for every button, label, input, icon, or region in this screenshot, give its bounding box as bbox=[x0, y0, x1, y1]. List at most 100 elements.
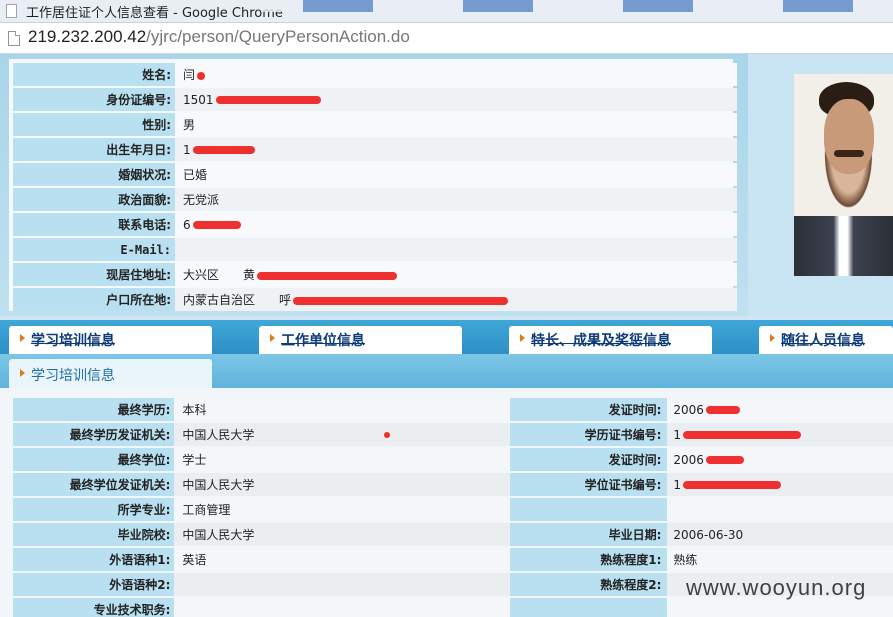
education-value-right: 1 bbox=[667, 473, 893, 496]
education-label: 最终学位: bbox=[13, 448, 175, 471]
info-value-text: 大兴区 黄 bbox=[183, 268, 256, 282]
personal-info-table: 姓名: 闫身份证编号: 1501 性别: 男出生年月日: 1 婚姻状况: 已婚 政治面貌: 无党派… bbox=[13, 61, 737, 313]
education-label: 外语语种1: bbox=[13, 548, 175, 571]
redaction-mark bbox=[257, 271, 398, 280]
bullet-icon bbox=[20, 369, 25, 377]
tab-label: 特长、成果及奖惩信息 bbox=[531, 333, 671, 349]
bullet-icon bbox=[20, 334, 25, 342]
education-value-right: 熟练 bbox=[667, 548, 893, 571]
education-label: 所学专业: bbox=[13, 498, 175, 521]
info-row: E-Mail: bbox=[13, 238, 737, 261]
page-content: 姓名: 闫身份证编号: 1501 性别: 男出生年月日: 1 婚姻状况: 已婚 政治面貌: 无党派… bbox=[0, 54, 893, 617]
info-value: 6 bbox=[175, 213, 737, 236]
tab-label: 工作单位信息 bbox=[281, 333, 365, 349]
education-label-right: 毕业日期: bbox=[510, 523, 668, 546]
url-host: 219.232.200.42 bbox=[28, 27, 147, 46]
tab-accompanying[interactable]: 随往人员信息 bbox=[759, 326, 893, 354]
education-label-right bbox=[510, 498, 668, 521]
info-value-text: 6 bbox=[183, 217, 191, 232]
education-row: 最终学历: 本科 发证时间: 2006 bbox=[13, 398, 893, 421]
info-value-text: 1501 bbox=[183, 92, 214, 107]
education-label-right bbox=[510, 598, 668, 617]
redaction-mark bbox=[215, 96, 321, 104]
education-row: 最终学位发证机关: 中国人民大学 学位证书编号: 1 bbox=[13, 473, 893, 496]
info-label: 户口所在地: bbox=[13, 288, 175, 311]
info-value: 闫 bbox=[175, 63, 737, 86]
tab-label: 学习培训信息 bbox=[31, 333, 115, 349]
info-value-text: 男 bbox=[183, 118, 196, 132]
education-value-right-text: 1 bbox=[673, 427, 682, 442]
education-row: 外语语种1: 英语 熟练程度1: 熟练 bbox=[13, 548, 893, 571]
redaction-mark bbox=[293, 296, 509, 305]
bullet-icon bbox=[270, 334, 275, 342]
info-value-text: 内蒙古自治区 呼 bbox=[183, 293, 292, 307]
education-value-right-text: 2006 bbox=[673, 452, 704, 467]
education-row: 所学专业: 工商管理 bbox=[13, 498, 893, 521]
education-value-right-text: 1 bbox=[673, 477, 682, 492]
tab-strip: 学习培训信息 工作单位信息 特长、成果及奖惩信息 随往人员信息 bbox=[0, 320, 893, 354]
section-title: 学习培训信息 bbox=[31, 368, 115, 384]
education-value: 本科 bbox=[174, 398, 510, 421]
education-label-right: 学历证书编号: bbox=[510, 423, 668, 446]
education-value: 英语 bbox=[174, 548, 510, 571]
education-value bbox=[174, 598, 510, 617]
photo-face bbox=[824, 99, 874, 174]
education-row: 最终学位: 学士 发证时间: 2006 bbox=[13, 448, 893, 471]
info-row: 联系电话: 6 bbox=[13, 213, 737, 236]
info-row: 现居住地址: 大兴区 黄 bbox=[13, 263, 737, 286]
education-value-right: 2006-06-30 bbox=[667, 523, 893, 546]
info-row: 政治面貌: 无党派 bbox=[13, 188, 737, 211]
person-photo bbox=[794, 74, 893, 276]
url-text[interactable]: 219.232.200.42/yjrc/person/QueryPersonAc… bbox=[28, 27, 410, 47]
education-label: 最终学历发证机关: bbox=[13, 423, 175, 446]
redaction-mark bbox=[683, 481, 782, 489]
red-mark bbox=[384, 432, 390, 438]
redaction-mark bbox=[192, 221, 241, 229]
info-label: 婚姻状况: bbox=[13, 163, 175, 186]
info-label: 性别: bbox=[13, 113, 175, 136]
education-label: 专业技术职务: bbox=[13, 598, 175, 617]
education-label: 最终学位发证机关: bbox=[13, 473, 175, 496]
redaction-mark bbox=[192, 146, 255, 154]
info-label: 联系电话: bbox=[13, 213, 175, 236]
redaction-mark bbox=[705, 456, 744, 464]
education-value: 中国人民大学 bbox=[174, 473, 510, 496]
education-label-right: 发证时间: bbox=[510, 398, 668, 421]
education-row: 毕业院校: 中国人民大学 毕业日期: 2006-06-30 bbox=[13, 523, 893, 546]
document-icon bbox=[8, 31, 20, 46]
tab-work-unit[interactable]: 工作单位信息 bbox=[259, 326, 462, 354]
info-value: 1 bbox=[175, 138, 737, 161]
window-titlebar: 工作居住证个人信息查看 - Google Chrome bbox=[0, 0, 893, 23]
education-value-right: 1 bbox=[667, 423, 893, 446]
url-path: /yjrc/person/QueryPersonAction.do bbox=[146, 27, 410, 46]
info-value: 内蒙古自治区 呼 bbox=[175, 288, 737, 311]
redaction-mark bbox=[705, 406, 740, 414]
education-label-right: 熟练程度1: bbox=[510, 548, 668, 571]
education-value bbox=[174, 573, 510, 596]
info-row: 出生年月日: 1 bbox=[13, 138, 737, 161]
education-value: 中国人民大学 bbox=[174, 423, 510, 446]
education-label: 毕业院校: bbox=[13, 523, 175, 546]
info-label: 出生年月日: bbox=[13, 138, 175, 161]
info-value bbox=[175, 238, 737, 261]
bullet-icon bbox=[520, 334, 525, 342]
info-value-text: 闫 bbox=[183, 68, 196, 82]
page-icon bbox=[6, 4, 17, 18]
window-title: 工作居住证个人信息查看 - Google Chrome bbox=[26, 6, 283, 21]
info-row: 户口所在地: 内蒙古自治区 呼 bbox=[13, 288, 737, 311]
info-label: 现居住地址: bbox=[13, 263, 175, 286]
education-label: 外语语种2: bbox=[13, 573, 175, 596]
info-value-text: 已婚 bbox=[183, 168, 208, 182]
education-value-right-text: 2006 bbox=[673, 402, 704, 417]
education-value-right bbox=[667, 498, 893, 521]
address-bar[interactable]: 219.232.200.42/yjrc/person/QueryPersonAc… bbox=[0, 23, 893, 54]
info-label: 姓名: bbox=[13, 63, 175, 86]
bullet-icon bbox=[770, 334, 775, 342]
info-value-text: 无党派 bbox=[183, 193, 220, 207]
tab-skills-awards[interactable]: 特长、成果及奖惩信息 bbox=[509, 326, 712, 354]
tab-study-training[interactable]: 学习培训信息 bbox=[9, 326, 212, 354]
info-row: 婚姻状况: 已婚 bbox=[13, 163, 737, 186]
education-value-right: 2006 bbox=[667, 398, 893, 421]
info-row: 性别: 男 bbox=[13, 113, 737, 136]
info-value: 无党派 bbox=[175, 188, 737, 211]
